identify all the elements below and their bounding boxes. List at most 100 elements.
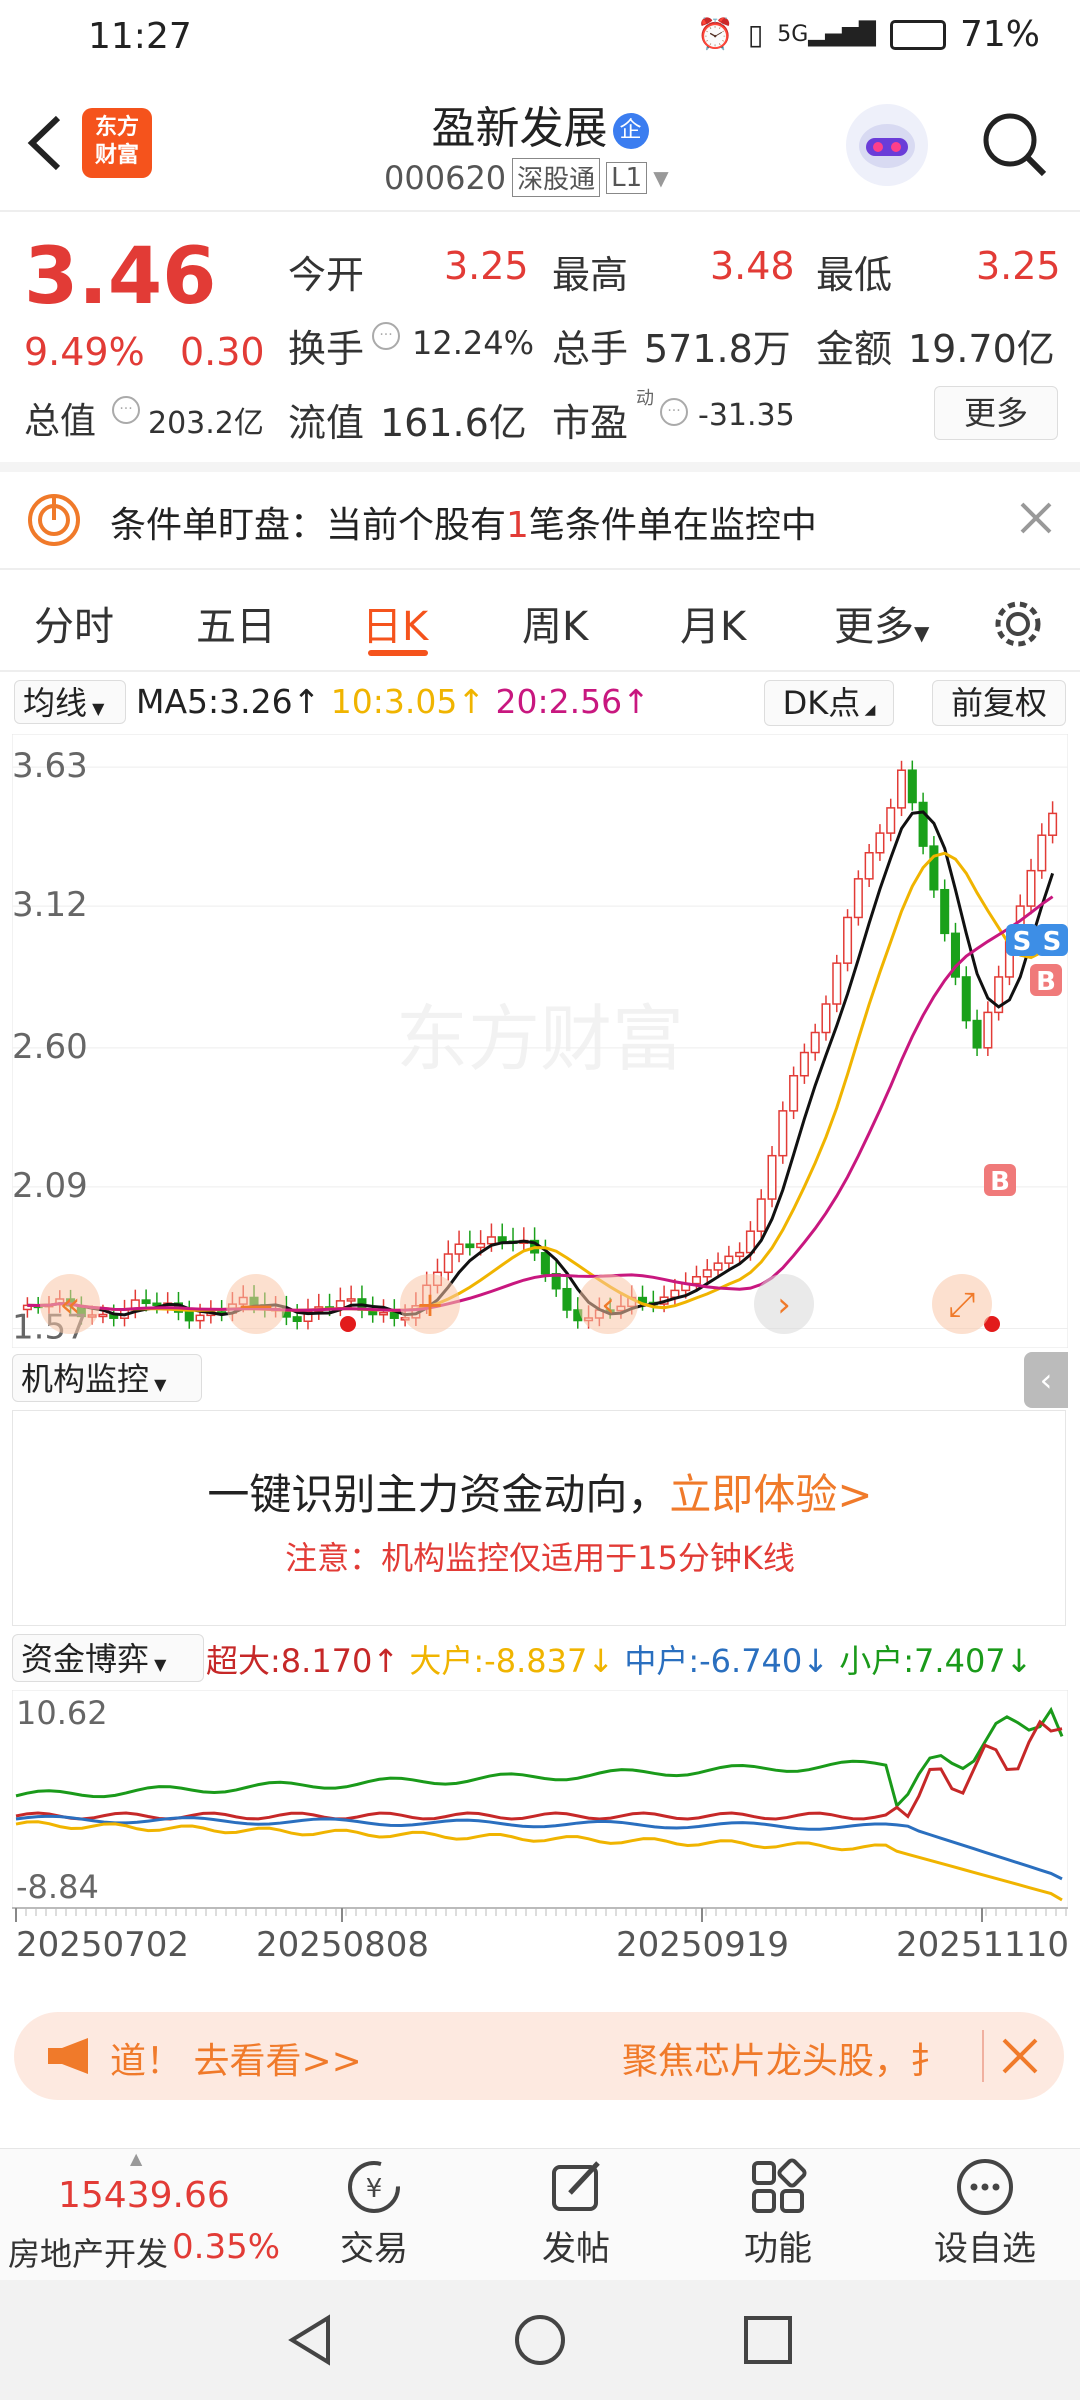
fullscreen-icon[interactable]: ⤢	[932, 1274, 992, 1334]
institution-note: 注意：机构监控仅适用于15分钟K线	[285, 1539, 795, 1577]
active-tab-indicator	[368, 650, 428, 656]
condition-order-banner[interactable]: 条件单盯盘：当前个股有1笔条件单在监控中	[0, 472, 1080, 568]
pe-dynamic-sup: 动	[636, 388, 654, 409]
market-tag: 深股通	[512, 158, 601, 197]
capital-legend: 超大:8.170↑ 大户:-8.837↓ 中户:-6.740↓ 小户:7.407…	[206, 1636, 1032, 1682]
capital-selector[interactable]: 资金博弈 ▼	[12, 1634, 204, 1682]
price-tick-label: 3.12	[12, 885, 88, 925]
event-dot[interactable]	[340, 1316, 356, 1332]
condition-banner-text: 条件单盯盘：当前个股有1笔条件单在监控中	[110, 505, 817, 546]
alarm-icon: ⏰	[696, 17, 734, 52]
date-tick-label: 20250808	[256, 1925, 429, 1965]
ma5-value: MA5:3.26↑	[136, 682, 321, 721]
tab-more[interactable]: 更多▼	[834, 594, 929, 652]
candle	[918, 792, 928, 855]
capital-flow-chart[interactable]: 10.62 -8.84 20250702 20250808 20250919 2025…	[12, 1690, 1068, 1990]
institution-selector[interactable]: 机构监控 ▼	[12, 1354, 202, 1402]
open-label: 今开	[288, 253, 365, 297]
zoom-in-icon[interactable]: +	[400, 1274, 460, 1334]
system-back-icon[interactable]	[282, 2312, 338, 2368]
info-icon[interactable]: ···	[660, 398, 688, 426]
prev-icon[interactable]: ‹	[578, 1274, 638, 1334]
capital-y-top: 10.62	[16, 1694, 108, 1732]
close-icon[interactable]	[1000, 2036, 1040, 2076]
edit-icon	[552, 2161, 600, 2211]
tabs-divider	[0, 670, 1080, 672]
super-large-value: 超大:8.170↑	[206, 1642, 400, 1680]
tab-daily-k[interactable]: 日K	[362, 594, 428, 652]
system-home-icon[interactable]	[512, 2312, 568, 2368]
stock-code-row[interactable]: 000620 深股通 L1 ▼	[384, 158, 669, 197]
svg-text:S: S	[1043, 927, 1062, 957]
pe-label: 市盈	[552, 401, 629, 445]
zoom-out-icon[interactable]: —	[226, 1274, 286, 1334]
price-adjust-button[interactable]: 前复权	[932, 680, 1066, 726]
buy-marker[interactable]: B	[1030, 964, 1062, 997]
news-ticker[interactable]: 道！ 去看看>> 聚焦芯片龙头股，扌	[14, 2012, 1064, 2100]
price-tick-label: 3.63	[12, 746, 88, 786]
info-icon[interactable]: ···	[372, 322, 400, 350]
tab-weekly-k[interactable]: 周K	[522, 594, 588, 652]
robot-assistant-avatar[interactable]	[846, 104, 928, 186]
close-icon[interactable]	[1018, 500, 1054, 536]
dk-point-button[interactable]: DK点 ◢	[764, 680, 894, 726]
change-amount: 0.30	[180, 330, 265, 374]
battery-percent: 71%	[959, 14, 1040, 55]
enterprise-badge: 企	[612, 113, 649, 149]
index-name: 房地产开发	[8, 2235, 169, 2273]
sell-marker[interactable]: S	[1036, 924, 1068, 957]
svg-text:B: B	[990, 1167, 1010, 1197]
high-label: 最高	[552, 253, 629, 297]
watermark: 东方财富	[396, 997, 684, 1081]
more-quote-button[interactable]: 更多	[934, 386, 1058, 440]
ma10-value: 10:3.05↑	[330, 682, 486, 721]
small-value: 小户:7.407↓	[839, 1642, 1033, 1680]
rewind-icon[interactable]: «	[40, 1274, 100, 1334]
search-button[interactable]	[978, 108, 1050, 180]
dropdown-icon: ▼	[653, 165, 669, 190]
nav-add-watchlist[interactable]: 设自选	[920, 2157, 1050, 2277]
svg-text:‹: ‹	[601, 1285, 615, 1325]
float-cap-value: 161.6亿	[380, 401, 527, 445]
nav-functions[interactable]: 功能	[722, 2157, 834, 2277]
sell-marker[interactable]: S	[1006, 924, 1038, 957]
tab-intraday[interactable]: 分时	[34, 594, 114, 652]
level-tag: L1	[606, 161, 648, 194]
try-now-link[interactable]: 立即体验>	[669, 1470, 872, 1519]
price-tick-label: 2.60	[12, 1027, 88, 1067]
float-cap-label: 流值	[288, 401, 365, 445]
ma-values: MA5:3.26↑ 10:3.05↑ 20:2.56↑	[136, 682, 650, 721]
svg-text:S: S	[1013, 927, 1032, 957]
change-percent: 9.49%	[24, 330, 145, 374]
grid-icon	[752, 2158, 807, 2213]
tab-five-day[interactable]: 五日	[196, 594, 276, 652]
candle	[843, 909, 853, 972]
status-icons: ⏰ ▯ 5G▂▄▆█ 71%	[696, 14, 1040, 55]
index-widget[interactable]: ▲ 15439.66 房地产开发 0.35%	[0, 2149, 280, 2281]
status-time: 11:27	[88, 16, 192, 57]
system-recents-icon[interactable]	[740, 2312, 796, 2368]
nav-post[interactable]: 发帖	[520, 2157, 632, 2277]
candle	[853, 870, 863, 926]
current-price: 3.46	[24, 232, 217, 322]
buy-marker[interactable]: B	[984, 1164, 1016, 1197]
candlestick-chart[interactable]: 东方财富 3.633.122.602.091.57 SSBB «— + ‹ › ⤢	[12, 734, 1068, 1348]
nav-trade[interactable]: ¥ 交易	[318, 2157, 430, 2277]
high-value: 3.48	[710, 244, 795, 288]
info-icon[interactable]: ···	[112, 396, 140, 424]
candle	[767, 1146, 777, 1208]
ticker-left-text: 道！ 去看看>>	[110, 2041, 362, 2082]
collapse-side-button[interactable]: ‹	[1024, 1352, 1068, 1408]
target-icon	[28, 494, 80, 546]
tab-monthly-k[interactable]: 月K	[680, 594, 746, 652]
index-value: 15439.66	[58, 2175, 230, 2216]
turnover-value: 12.24%	[412, 324, 535, 362]
price-tick-label: 2.09	[12, 1166, 88, 1206]
banner-divider	[0, 568, 1080, 570]
battery-icon	[889, 19, 946, 50]
capital-y-bottom: -8.84	[16, 1868, 99, 1906]
svg-text:B: B	[1036, 967, 1056, 997]
next-icon[interactable]: ›	[754, 1274, 814, 1334]
ma-selector[interactable]: 均线 ▼	[14, 680, 126, 724]
gear-icon[interactable]	[990, 596, 1046, 652]
